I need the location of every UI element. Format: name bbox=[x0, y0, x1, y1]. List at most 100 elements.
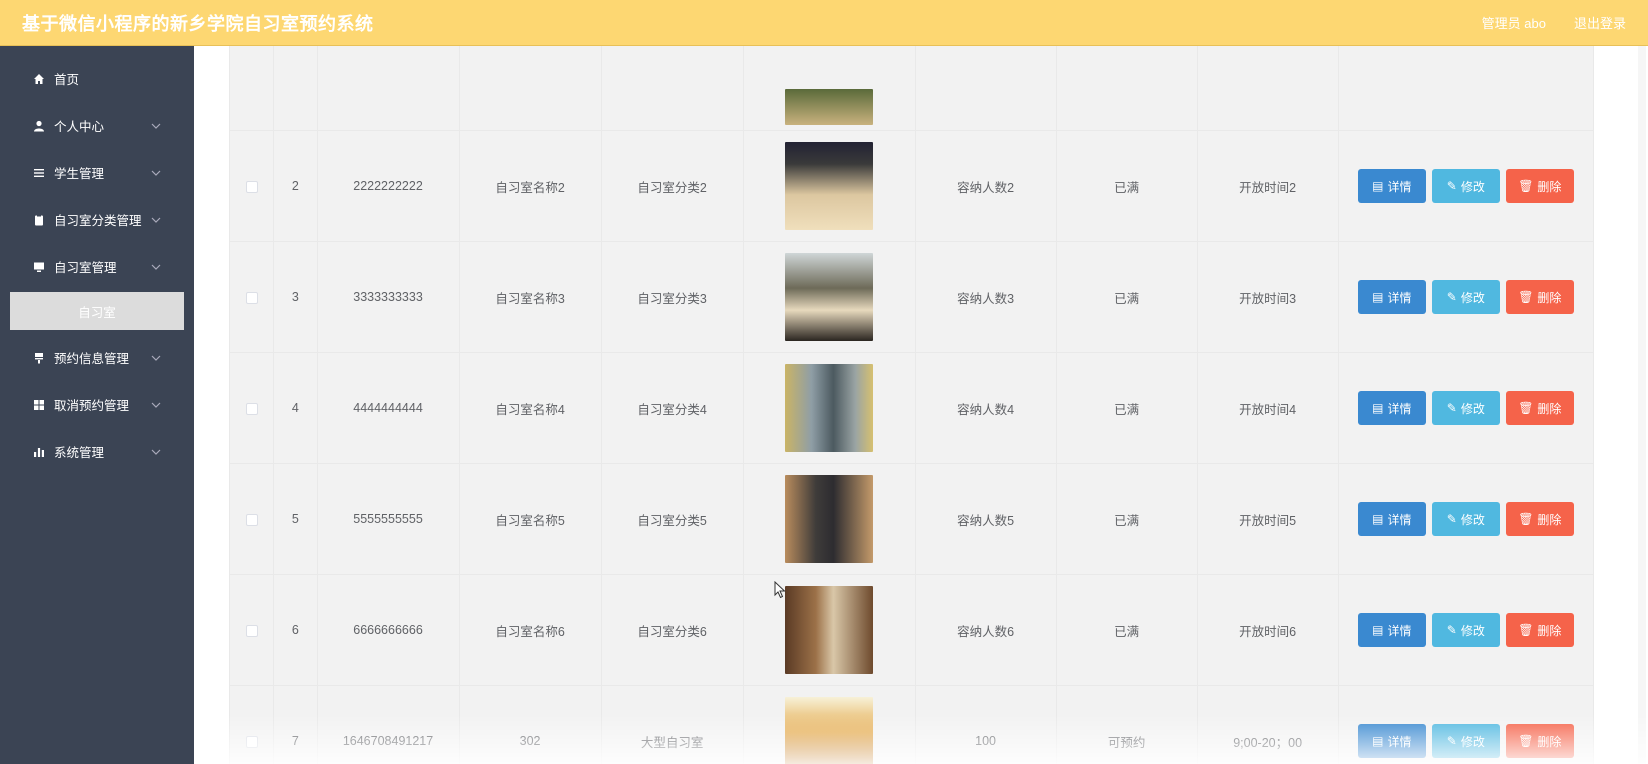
row-index: 7 bbox=[273, 685, 318, 764]
row-checkbox[interactable] bbox=[245, 180, 258, 193]
table-row: 6 6666666666 自习室名称6 自习室分类6 容纳人数6 已满 开放时间… bbox=[228, 574, 1595, 686]
sidebar-item-cancellations[interactable]: 取消预约管理 bbox=[0, 381, 194, 428]
delete-button[interactable]: 🗑︎ 删除 bbox=[1505, 169, 1574, 203]
detail-button[interactable]: ▤ 详情 bbox=[1357, 724, 1426, 758]
edit-button[interactable]: ✎ 修改 bbox=[1431, 502, 1500, 536]
room-open-time: 开放时间4 bbox=[1196, 352, 1339, 464]
room-category: 自习室分类4 bbox=[600, 352, 744, 464]
pencil-icon: ✎ bbox=[1446, 623, 1457, 637]
vertical-scrollbar[interactable] bbox=[1638, 46, 1646, 764]
room-name: 302 bbox=[458, 685, 602, 764]
room-number: 1646708491217 bbox=[316, 685, 460, 764]
sidebar-item-students[interactable]: 学生管理 bbox=[0, 149, 194, 196]
user-icon bbox=[32, 119, 46, 133]
detail-button[interactable]: ▤ 详情 bbox=[1357, 280, 1426, 314]
chevron-down-icon bbox=[150, 261, 162, 273]
table-row bbox=[228, 46, 1595, 131]
row-checkbox[interactable] bbox=[245, 291, 258, 304]
room-number: 2222222222 bbox=[316, 130, 460, 242]
room-status: 已满 bbox=[1055, 241, 1198, 353]
room-open-time: 9;00-20；00 bbox=[1196, 685, 1339, 764]
edit-button[interactable]: ✎ 修改 bbox=[1431, 724, 1500, 758]
row-checkbox[interactable] bbox=[245, 402, 258, 415]
delete-button[interactable]: 🗑︎ 删除 bbox=[1505, 724, 1574, 758]
home-icon bbox=[32, 72, 46, 86]
table-row: 2 2222222222 自习室名称2 自习室分类2 容纳人数2 已满 开放时间… bbox=[228, 130, 1595, 242]
room-photo bbox=[785, 697, 874, 764]
pencil-icon: ✎ bbox=[1446, 512, 1457, 526]
sidebar-item-room-category[interactable]: 自习室分类管理 bbox=[0, 196, 194, 243]
room-name: 自习室名称2 bbox=[458, 130, 602, 242]
room-capacity: 容纳人数4 bbox=[914, 352, 1057, 464]
pencil-icon: ✎ bbox=[1446, 179, 1457, 193]
sidebar-item-reservations[interactable]: 预约信息管理 bbox=[0, 334, 194, 381]
sidebar-item-label: 取消预约管理 bbox=[54, 399, 130, 413]
sidebar-item-label: 个人中心 bbox=[54, 120, 105, 134]
detail-button[interactable]: ▤ 详情 bbox=[1357, 613, 1426, 647]
room-name: 自习室名称5 bbox=[458, 463, 602, 575]
chevron-down-icon bbox=[150, 214, 162, 226]
room-name: 自习室名称6 bbox=[458, 574, 602, 686]
top-header: 基于微信小程序的新乡学院自习室预约系统 管理员 abo 退出登录 bbox=[0, 0, 1648, 46]
room-status: 已满 bbox=[1055, 130, 1198, 242]
current-user-label: 管理员 abo bbox=[1481, 16, 1546, 31]
sidebar-item-home[interactable]: 首页 bbox=[0, 55, 194, 102]
app-title: 基于微信小程序的新乡学院自习室预约系统 bbox=[22, 13, 374, 34]
document-icon: ▤ bbox=[1372, 734, 1384, 748]
room-category: 大型自习室 bbox=[600, 685, 744, 764]
sidebar-item-profile[interactable]: 个人中心 bbox=[0, 102, 194, 149]
room-photo bbox=[785, 586, 874, 674]
room-open-time: 开放时间5 bbox=[1196, 463, 1339, 575]
delete-button[interactable]: 🗑︎ 删除 bbox=[1505, 613, 1574, 647]
sidebar-item-label: 自习室管理 bbox=[54, 261, 117, 275]
detail-button[interactable]: ▤ 详情 bbox=[1357, 502, 1426, 536]
room-status: 已满 bbox=[1055, 574, 1198, 686]
main-content: 2 2222222222 自习室名称2 自习室分类2 容纳人数2 已满 开放时间… bbox=[194, 46, 1648, 764]
sidebar-item-system[interactable]: 系统管理 bbox=[0, 428, 194, 475]
sidebar-item-label: 自习室分类管理 bbox=[54, 214, 142, 228]
row-index: 3 bbox=[273, 241, 318, 353]
row-checkbox[interactable] bbox=[245, 735, 258, 748]
room-open-time: 开放时间6 bbox=[1196, 574, 1339, 686]
room-name: 自习室名称3 bbox=[458, 241, 602, 353]
detail-button[interactable]: ▤ 详情 bbox=[1357, 391, 1426, 425]
room-capacity: 容纳人数5 bbox=[914, 463, 1057, 575]
detail-button[interactable]: ▤ 详情 bbox=[1357, 169, 1426, 203]
sidebar-subitem-room[interactable]: 自习室 bbox=[10, 292, 184, 330]
room-photo bbox=[785, 142, 874, 230]
sidebar-item-room[interactable]: 自习室管理 bbox=[0, 243, 194, 290]
sidebar-item-label: 首页 bbox=[54, 73, 80, 87]
mouse-cursor-icon bbox=[774, 581, 786, 599]
sidebar-item-label: 系统管理 bbox=[54, 446, 105, 460]
edit-button[interactable]: ✎ 修改 bbox=[1431, 169, 1500, 203]
row-checkbox[interactable] bbox=[245, 624, 258, 637]
edit-button[interactable]: ✎ 修改 bbox=[1431, 280, 1500, 314]
room-capacity: 容纳人数2 bbox=[914, 130, 1057, 242]
trash-icon: 🗑︎ bbox=[1518, 290, 1534, 304]
grid-icon bbox=[32, 398, 46, 412]
chevron-down-icon bbox=[150, 167, 162, 179]
document-icon: ▤ bbox=[1372, 512, 1384, 526]
delete-button[interactable]: 🗑︎ 删除 bbox=[1505, 280, 1574, 314]
pencil-icon: ✎ bbox=[1446, 734, 1457, 748]
row-checkbox[interactable] bbox=[245, 513, 258, 526]
trash-icon: 🗑︎ bbox=[1518, 623, 1534, 637]
trash-icon: 🗑︎ bbox=[1518, 734, 1534, 748]
edit-button[interactable]: ✎ 修改 bbox=[1431, 613, 1500, 647]
row-index: 2 bbox=[273, 130, 318, 242]
document-icon: ▤ bbox=[1372, 623, 1384, 637]
edit-button[interactable]: ✎ 修改 bbox=[1431, 391, 1500, 425]
room-table: 2 2222222222 自习室名称2 自习室分类2 容纳人数2 已满 开放时间… bbox=[228, 46, 1595, 764]
trash-icon: 🗑︎ bbox=[1518, 512, 1534, 526]
room-photo bbox=[785, 475, 874, 563]
delete-button[interactable]: 🗑︎ 删除 bbox=[1505, 391, 1574, 425]
chevron-down-icon bbox=[150, 446, 162, 458]
room-category: 自习室分类6 bbox=[600, 574, 744, 686]
document-icon: ▤ bbox=[1372, 401, 1384, 415]
sidebar-item-label: 学生管理 bbox=[54, 167, 105, 181]
room-status: 已满 bbox=[1055, 352, 1198, 464]
delete-button[interactable]: 🗑︎ 删除 bbox=[1505, 502, 1574, 536]
logout-button[interactable]: 退出登录 bbox=[1574, 13, 1626, 32]
pencil-icon: ✎ bbox=[1446, 401, 1457, 415]
row-index: 6 bbox=[273, 574, 318, 686]
